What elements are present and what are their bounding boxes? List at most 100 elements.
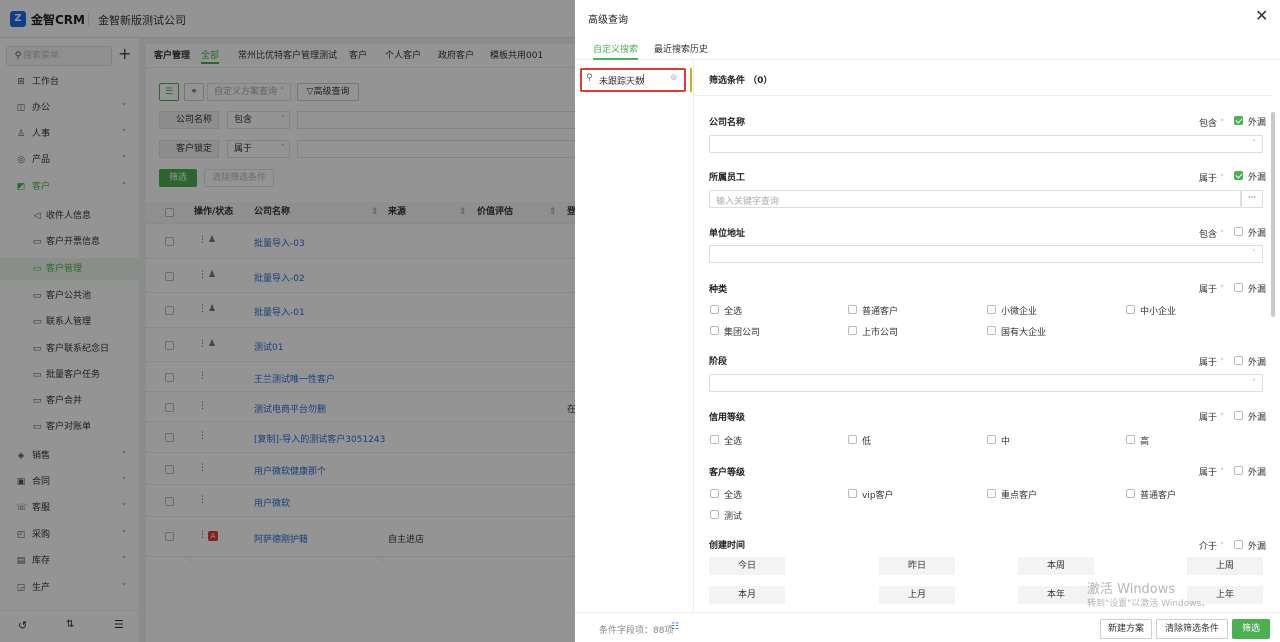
category-option-label: 上市公司 <box>862 328 899 338</box>
category-option-label: 集团公司 <box>724 328 761 338</box>
ext-checkbox-category[interactable] <box>1234 283 1243 292</box>
group-label-stage: 阶段 <box>709 357 728 367</box>
ext-checkbox-credit[interactable] <box>1234 411 1243 420</box>
ext-label: 外漏 <box>1248 118 1267 128</box>
drawer-tabs: 自定义搜索 最近搜索历史 <box>575 34 1280 60</box>
more-options-button[interactable]: ··· <box>1241 190 1263 208</box>
field-settings-icon[interactable]: ☷ <box>671 622 679 632</box>
group-label-category: 种类 <box>709 285 728 295</box>
address-select[interactable]: ˅ <box>709 245 1263 263</box>
group-label-company: 公司名称 <box>709 118 746 128</box>
date-btn-last-month[interactable]: 上月 <box>879 586 955 604</box>
category-option-label: 中小企业 <box>1140 307 1177 317</box>
drawer-title: 高级查询 <box>588 15 628 26</box>
search-icon: ⚲ <box>586 73 593 83</box>
ext-label: 外漏 <box>1248 542 1267 552</box>
op-select-stage[interactable]: 属于 ˅ <box>1199 355 1224 368</box>
group-label-created: 创建时间 <box>709 541 746 551</box>
category-option-label: 普通客户 <box>862 307 899 317</box>
scrollbar[interactable] <box>1271 112 1275 317</box>
tab-search-history[interactable]: 最近搜索历史 <box>654 42 708 60</box>
category-option-checkbox[interactable] <box>987 326 996 335</box>
clear-icon[interactable]: ⊗ <box>670 73 678 83</box>
op-select-level[interactable]: 属于 ˅ <box>1199 465 1224 478</box>
level-option-checkbox[interactable] <box>710 489 719 498</box>
op-select-company[interactable]: 包含 ˅ <box>1199 116 1224 129</box>
credit-option-checkbox[interactable] <box>1126 435 1135 444</box>
op-select-category[interactable]: 属于 ˅ <box>1199 282 1224 295</box>
company-select[interactable]: ˅ <box>709 135 1263 153</box>
category-option-label: 全选 <box>724 307 743 317</box>
ext-checkbox-staff[interactable] <box>1234 171 1243 180</box>
field-search-input[interactable]: ⚲ 未跟踪天数 | ⊗ <box>582 70 684 90</box>
date-btn-yesterday[interactable]: 昨日 <box>879 557 955 575</box>
category-option-checkbox[interactable] <box>710 305 719 314</box>
credit-option-label: 中 <box>1001 437 1011 447</box>
ext-label: 外漏 <box>1248 285 1267 295</box>
op-select-address[interactable]: 包含 ˅ <box>1199 227 1224 240</box>
tab-custom-search[interactable]: 自定义搜索 <box>593 42 639 60</box>
ext-checkbox-company[interactable] <box>1234 116 1243 125</box>
credit-option-label: 低 <box>862 437 872 447</box>
category-option-checkbox[interactable] <box>987 305 996 314</box>
date-btn-today[interactable]: 今日 <box>709 557 785 575</box>
chevron-down-icon: ˅ <box>1252 139 1256 148</box>
divider <box>694 95 1273 96</box>
field-count: 条件字段项：88项 <box>599 626 674 636</box>
date-btn-this-week[interactable]: 本周 <box>1018 557 1094 575</box>
level-option-checkbox[interactable] <box>1126 489 1135 498</box>
op-select-created[interactable]: 介于 ˅ <box>1199 539 1224 552</box>
credit-option-label: 全选 <box>724 437 743 447</box>
ext-checkbox-created[interactable] <box>1234 540 1243 549</box>
level-option-label: 普通客户 <box>1140 491 1177 501</box>
category-option-label: 小微企业 <box>1001 307 1038 317</box>
ext-checkbox-level[interactable] <box>1234 466 1243 475</box>
level-option-checkbox[interactable] <box>710 510 719 519</box>
text-cursor: | <box>642 74 646 84</box>
level-option-checkbox[interactable] <box>848 489 857 498</box>
credit-option-checkbox[interactable] <box>710 435 719 444</box>
clear-conditions-button[interactable]: 清除筛选条件 <box>1156 619 1228 639</box>
category-option-checkbox[interactable] <box>848 326 857 335</box>
group-label-level: 客户等级 <box>709 468 746 478</box>
ext-label: 外漏 <box>1248 229 1267 239</box>
ext-label: 外漏 <box>1248 468 1267 478</box>
ext-label: 外漏 <box>1248 413 1267 423</box>
credit-option-label: 高 <box>1140 437 1150 447</box>
category-option-checkbox[interactable] <box>1126 305 1135 314</box>
highlight-bar <box>690 68 692 92</box>
op-select-staff[interactable]: 属于 ˅ <box>1199 171 1224 184</box>
staff-input[interactable]: 输入关键字查询 <box>709 190 1241 208</box>
op-select-credit[interactable]: 属于 ˅ <box>1199 410 1224 423</box>
category-option-checkbox[interactable] <box>848 305 857 314</box>
category-option-label: 国有大企业 <box>1001 328 1047 338</box>
activation-watermark-text: 转到"设置"以激活 Windows。 <box>1087 599 1211 609</box>
drawer-footer: 条件字段项：88项 ☷ 新建方案 清除筛选条件 筛选 <box>575 612 1280 642</box>
modal-overlay[interactable] <box>0 0 575 642</box>
level-option-checkbox[interactable] <box>987 489 996 498</box>
filter-submit-button[interactable]: 筛选 <box>1232 619 1270 639</box>
credit-option-checkbox[interactable] <box>848 435 857 444</box>
close-icon[interactable]: ✕ <box>1255 6 1268 25</box>
group-label-address: 单位地址 <box>709 229 746 239</box>
ext-checkbox-address[interactable] <box>1234 227 1243 236</box>
date-btn-last-week[interactable]: 上周 <box>1187 557 1263 575</box>
chevron-down-icon: ˅ <box>1252 249 1256 258</box>
field-search-column <box>575 60 694 612</box>
date-btn-this-year[interactable]: 本年 <box>1018 586 1094 604</box>
level-option-label: vip客户 <box>862 491 894 501</box>
level-option-label: 测试 <box>724 512 743 522</box>
group-label-credit: 信用等级 <box>709 413 746 423</box>
level-option-label: 全选 <box>724 491 743 501</box>
advanced-query-drawer: 高级查询 ✕ 自定义搜索 最近搜索历史 ⚲ 未跟踪天数 | ⊗ 筛选条件 （0）… <box>575 0 1280 642</box>
category-option-checkbox[interactable] <box>710 326 719 335</box>
group-label-staff: 所属员工 <box>709 173 746 183</box>
level-option-label: 重点客户 <box>1001 491 1038 501</box>
credit-option-checkbox[interactable] <box>987 435 996 444</box>
ext-label: 外漏 <box>1248 173 1267 183</box>
date-btn-this-month[interactable]: 本月 <box>709 586 785 604</box>
field-search-value: 未跟踪天数 <box>599 77 645 87</box>
stage-select[interactable]: ˅ <box>709 374 1263 392</box>
ext-checkbox-stage[interactable] <box>1234 356 1243 365</box>
new-scheme-button[interactable]: 新建方案 <box>1100 619 1152 639</box>
